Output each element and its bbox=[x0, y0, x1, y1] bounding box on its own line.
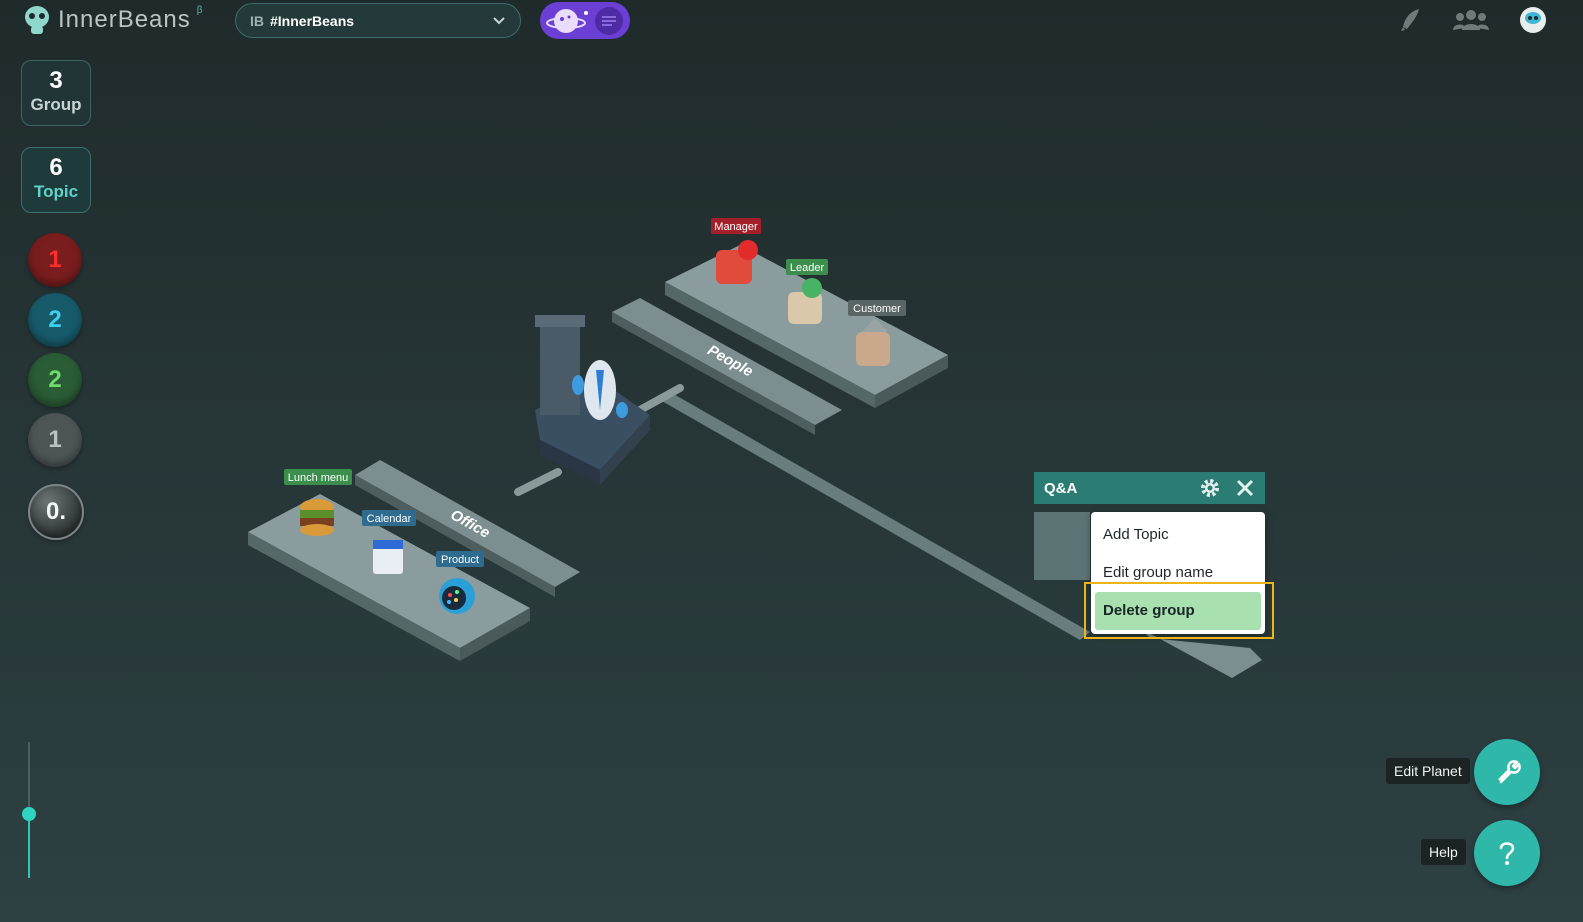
question-icon bbox=[1499, 842, 1515, 865]
wrench-icon bbox=[1498, 760, 1521, 784]
topic-label-calendar: Calendar bbox=[367, 513, 412, 525]
selection-highlight bbox=[1084, 582, 1274, 639]
topic-label-manager: Manager bbox=[714, 221, 758, 233]
topic-label-customer: Customer bbox=[853, 303, 901, 315]
group-people[interactable]: People bbox=[612, 245, 948, 435]
gear-icon[interactable] bbox=[1199, 477, 1221, 499]
group-qa-header[interactable]: Q&A bbox=[1034, 472, 1265, 504]
topic-label-leader: Leader bbox=[790, 262, 825, 274]
close-icon[interactable] bbox=[1235, 478, 1255, 498]
menu-add-topic[interactable]: Add Topic bbox=[1103, 526, 1169, 543]
help-button[interactable] bbox=[1474, 820, 1540, 886]
central-tower[interactable] bbox=[535, 315, 650, 485]
planet-scene: People Manager Leader Customer Office Lu… bbox=[248, 218, 1262, 678]
menu-edit-group-name[interactable]: Edit group name bbox=[1103, 564, 1213, 581]
group-qa-title: Q&A bbox=[1044, 479, 1078, 497]
group-qa-actions bbox=[1199, 477, 1255, 499]
edit-planet-label: Edit Planet bbox=[1386, 758, 1470, 784]
help-label: Help bbox=[1421, 839, 1466, 865]
edit-planet-button[interactable] bbox=[1474, 739, 1540, 805]
topic-label-product: Product bbox=[441, 554, 479, 566]
topic-label-lunch-menu: Lunch menu bbox=[288, 472, 349, 484]
